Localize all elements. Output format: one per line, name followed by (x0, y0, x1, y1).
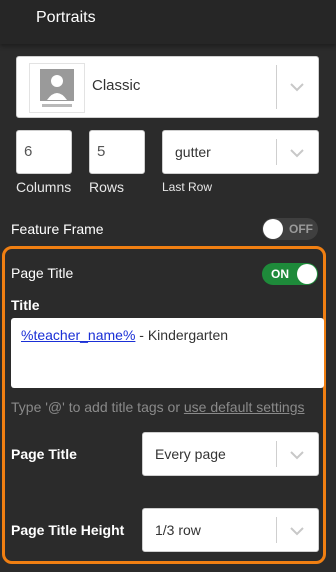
page-title-height-value: 1/3 row (155, 522, 201, 538)
page-title-toggle[interactable]: ON (262, 263, 318, 285)
use-default-settings-link[interactable]: use default settings (184, 399, 305, 415)
last-row-select[interactable]: gutter (162, 130, 319, 174)
toggle-knob (297, 264, 317, 284)
panel-title: Portraits (36, 9, 96, 26)
portraits-panel: Portraits Classic 6 Columns 5 Rows gutte… (0, 0, 336, 572)
toggle-knob (263, 219, 283, 239)
last-row-label: Last Row (162, 180, 213, 194)
portrait-thumbnail-icon (29, 63, 85, 113)
rows-input[interactable]: 5 (89, 130, 145, 174)
columns-label: Columns (16, 179, 72, 195)
layout-select-value: Classic (92, 77, 141, 94)
chevron-down-icon (290, 149, 304, 158)
page-title-height-select[interactable]: 1/3 row (142, 508, 319, 552)
page-title-frequency-value: Every page (155, 446, 226, 462)
last-row-select-value: gutter (175, 144, 211, 160)
chevron-down-icon (290, 527, 304, 536)
page-title-toggle-text: ON (271, 267, 289, 281)
helper-prefix: Type '@' to add title tags or (11, 399, 184, 415)
page-title-label: Page Title (11, 265, 74, 281)
panel-header: Portraits (0, 0, 336, 44)
layout-select[interactable]: Classic (16, 56, 319, 118)
feature-frame-label: Feature Frame (11, 221, 104, 237)
title-field-label: Title (11, 297, 40, 313)
feature-frame-toggle-text: OFF (289, 222, 313, 236)
columns-input[interactable]: 6 (16, 130, 72, 174)
title-tag-link[interactable]: %teacher_name% (21, 327, 135, 343)
chevron-down-icon (290, 83, 304, 92)
title-helper-text: Type '@' to add title tags or use defaul… (11, 399, 305, 415)
page-title-frequency-select[interactable]: Every page (142, 432, 319, 476)
rows-label: Rows (89, 179, 125, 195)
feature-frame-toggle[interactable]: OFF (262, 218, 318, 240)
page-title-frequency-label: Page Title (11, 446, 77, 462)
chevron-down-icon (290, 451, 304, 460)
page-title-height-label: Page Title Height (11, 522, 125, 538)
title-text: - Kindergarten (135, 327, 229, 343)
title-textarea[interactable]: %teacher_name% - Kindergarten (11, 318, 324, 388)
